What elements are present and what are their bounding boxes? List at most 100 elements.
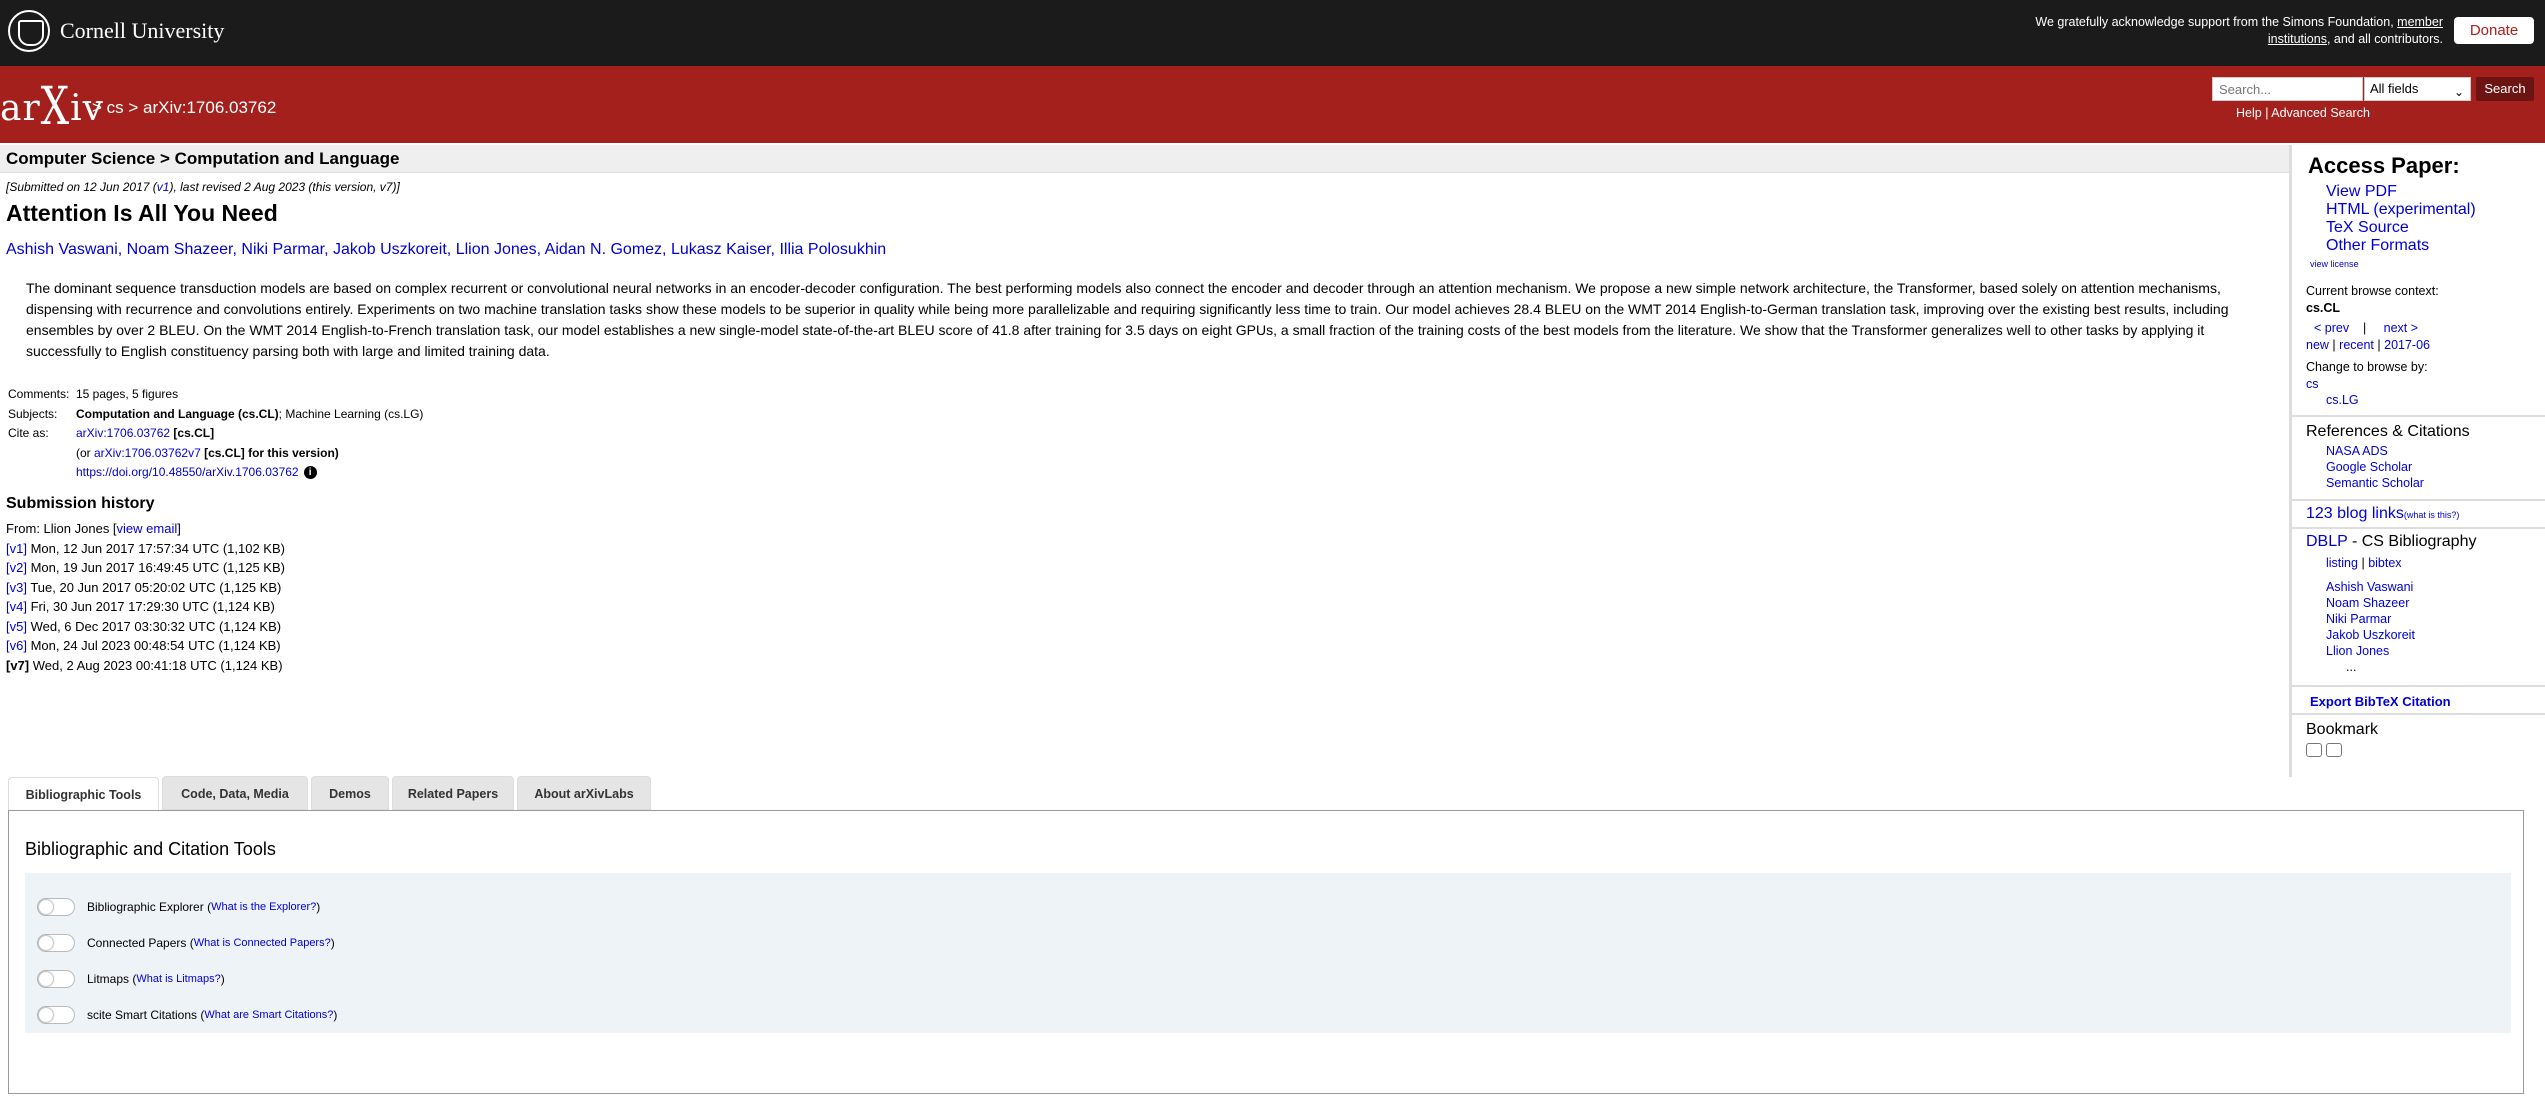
version-link[interactable]: [v4]	[6, 599, 27, 614]
paper-title: Attention Is All You Need	[6, 200, 278, 226]
bibliographic-explorer-toggle[interactable]	[37, 898, 75, 916]
abstract-text: The dominant sequence transduction model…	[26, 280, 2229, 359]
tab-about-arxivlabs[interactable]: About arXivLabs	[517, 776, 651, 810]
tab-related-papers[interactable]: Related Papers	[392, 776, 514, 810]
dblp-author-link[interactable]: Niki Parmar	[2326, 612, 2391, 626]
html-link[interactable]: HTML (experimental)	[2326, 201, 2476, 218]
version-row: [v3] Tue, 20 Jun 2017 05:20:02 UTC (1,12…	[6, 579, 282, 595]
arxiv-logo[interactable]: arXiv	[0, 77, 104, 137]
new-link[interactable]: new	[2306, 338, 2329, 352]
next-link[interactable]: next >	[2384, 321, 2418, 335]
author-link[interactable]: Jakob Uszkoreit	[333, 241, 447, 258]
cornell-seal-icon	[8, 10, 50, 52]
access-links: View PDF HTML (experimental) TeX Source …	[2326, 183, 2476, 255]
author-link[interactable]: Noam Shazeer	[127, 241, 233, 258]
donate-button[interactable]: Donate	[2454, 17, 2534, 44]
dblp-author-link[interactable]: Ashish Vaswani	[2326, 580, 2413, 594]
what-is-litmaps-link[interactable]: What is Litmaps?	[136, 973, 220, 985]
version-row: [v6] Mon, 24 Jul 2023 00:48:54 UTC (1,12…	[6, 638, 281, 653]
category-header: Computer Science > Computation and Langu…	[0, 145, 2289, 173]
version-link[interactable]: [v5]	[6, 619, 27, 634]
comments-value: 15 pages, 5 figures	[76, 387, 179, 401]
connected-papers-toggle[interactable]	[37, 934, 75, 952]
cite-value: arXiv:1706.03762 [cs.CL]	[76, 426, 215, 440]
google-scholar-link[interactable]: Google Scholar	[2326, 460, 2412, 474]
tex-source-link[interactable]: TeX Source	[2326, 219, 2409, 236]
version-link[interactable]: [v3]	[6, 580, 27, 595]
info-icon[interactable]: i	[303, 466, 317, 479]
what-is-connected-papers-link[interactable]: What is Connected Papers?	[194, 937, 331, 949]
version-link[interactable]: [v1]	[6, 541, 27, 556]
reddit-icon[interactable]	[2326, 743, 2342, 757]
author-link[interactable]: Aidan N. Gomez	[545, 241, 662, 258]
subjects-value: Computation and Language (cs.CL); Machin…	[76, 406, 424, 421]
author-link[interactable]: Llion Jones	[456, 241, 537, 258]
search-button[interactable]: Search	[2476, 77, 2534, 101]
scite-toggle[interactable]	[37, 1006, 75, 1024]
view-email-link[interactable]: view email	[117, 521, 178, 536]
search-field-select[interactable]: All fields ⌄	[2364, 77, 2471, 101]
breadcrumb[interactable]: > cs > arXiv:1706.03762	[92, 98, 276, 118]
version-row: [v4] Fri, 30 Jun 2017 17:29:30 UTC (1,12…	[6, 599, 275, 614]
what-are-smart-citations-link[interactable]: What are Smart Citations?	[204, 1009, 333, 1021]
prev-link[interactable]: < prev	[2314, 321, 2349, 335]
v1-link[interactable]: v1	[157, 180, 170, 194]
arxiv-header: arXiv > cs > arXiv:1706.03762 All fields…	[0, 66, 2545, 143]
submission-history: From: Llion Jones [view email] [v1] Mon,…	[6, 519, 285, 675]
subjects-label: Subjects:	[8, 406, 58, 421]
cite-version: (or arXiv:1706.03762v7 [cs.CL] for this …	[76, 445, 339, 460]
export-bibtex-link[interactable]: Export BibTeX Citation	[2310, 694, 2451, 709]
what-is-this-link[interactable]: (what is this?)	[2404, 510, 2460, 520]
submission-dates: [Submitted on 12 Jun 2017 (v1), last rev…	[6, 180, 400, 194]
blog-links-link[interactable]: 123 blog links	[2306, 505, 2404, 522]
dblp-listing-link[interactable]: listing	[2326, 556, 2358, 570]
browse-cs-link[interactable]: cs	[2306, 377, 2319, 391]
dblp-link[interactable]: DBLP	[2306, 533, 2348, 550]
blog-links-block: 123 blog links(what is this?)	[2292, 499, 2545, 527]
cite-label: Cite as:	[8, 426, 49, 440]
comments-label: Comments:	[8, 387, 70, 401]
version-row: [v1] Mon, 12 Jun 2017 17:57:34 UTC (1,10…	[6, 540, 285, 556]
dblp-bibtex-link[interactable]: bibtex	[2368, 556, 2401, 570]
author-list: Ashish Vaswani, Noam Shazeer, Niki Parma…	[6, 241, 887, 258]
version-link[interactable]: [v2]	[6, 560, 27, 575]
other-formats-link[interactable]: Other Formats	[2326, 237, 2429, 254]
dblp-author-link[interactable]: Llion Jones	[2326, 644, 2389, 658]
tool-row: Connected Papers (What is Connected Pape…	[25, 925, 2511, 961]
author-link[interactable]: Ashish Vaswani	[6, 241, 118, 258]
dblp-author-link[interactable]: Jakob Uszkoreit	[2326, 628, 2415, 642]
advanced-search-link[interactable]: Advanced Search	[2271, 106, 2370, 120]
dblp-author-link[interactable]: Noam Shazeer	[2326, 596, 2409, 610]
version-link[interactable]: [v6]	[6, 638, 27, 653]
doi-link[interactable]: https://doi.org/10.48550/arXiv.1706.0376…	[76, 465, 299, 479]
recent-link[interactable]: recent	[2339, 338, 2374, 352]
tab-demos[interactable]: Demos	[311, 776, 389, 810]
export-block: Export BibTeX Citation	[2292, 685, 2545, 713]
litmaps-toggle[interactable]	[37, 970, 75, 988]
tool-row: scite Smart Citations (What are Smart Ci…	[25, 997, 2511, 1033]
tab-bibliographic-tools[interactable]: Bibliographic Tools	[8, 777, 159, 812]
view-pdf-link[interactable]: View PDF	[2326, 183, 2397, 200]
bibsonomy-icon[interactable]	[2306, 743, 2322, 757]
nasa-ads-link[interactable]: NASA ADS	[2326, 444, 2388, 458]
cornell-logo[interactable]: Cornell University	[8, 10, 224, 52]
author-link[interactable]: Lukasz Kaiser	[671, 241, 771, 258]
help-link[interactable]: Help	[2236, 106, 2262, 120]
cite-id-link[interactable]: arXiv:1706.03762	[76, 426, 170, 440]
tool-row: Litmaps (What is Litmaps?)	[25, 961, 2511, 997]
tools-list: Bibliographic Explorer (What is the Expl…	[25, 873, 2511, 1033]
search-input[interactable]	[2212, 77, 2363, 101]
cite-version-link[interactable]: arXiv:1706.03762v7	[94, 446, 201, 460]
month-link[interactable]: 2017-06	[2384, 338, 2430, 352]
what-is-explorer-link[interactable]: What is the Explorer?	[211, 901, 316, 913]
references-block: References & Citations NASA ADS Google S…	[2292, 415, 2545, 499]
more-authors: ...	[2346, 660, 2357, 674]
view-license-link[interactable]: view license	[2310, 259, 2359, 269]
references-title: References & Citations	[2306, 423, 2470, 440]
author-link[interactable]: Illia Polosukhin	[779, 241, 886, 258]
tab-code-data-media[interactable]: Code, Data, Media	[162, 776, 308, 810]
semantic-scholar-link[interactable]: Semantic Scholar	[2326, 476, 2424, 490]
browse-lg-link[interactable]: cs.LG	[2326, 393, 2359, 407]
author-link[interactable]: Niki Parmar	[241, 241, 324, 258]
submission-history-title: Submission history	[6, 495, 155, 512]
